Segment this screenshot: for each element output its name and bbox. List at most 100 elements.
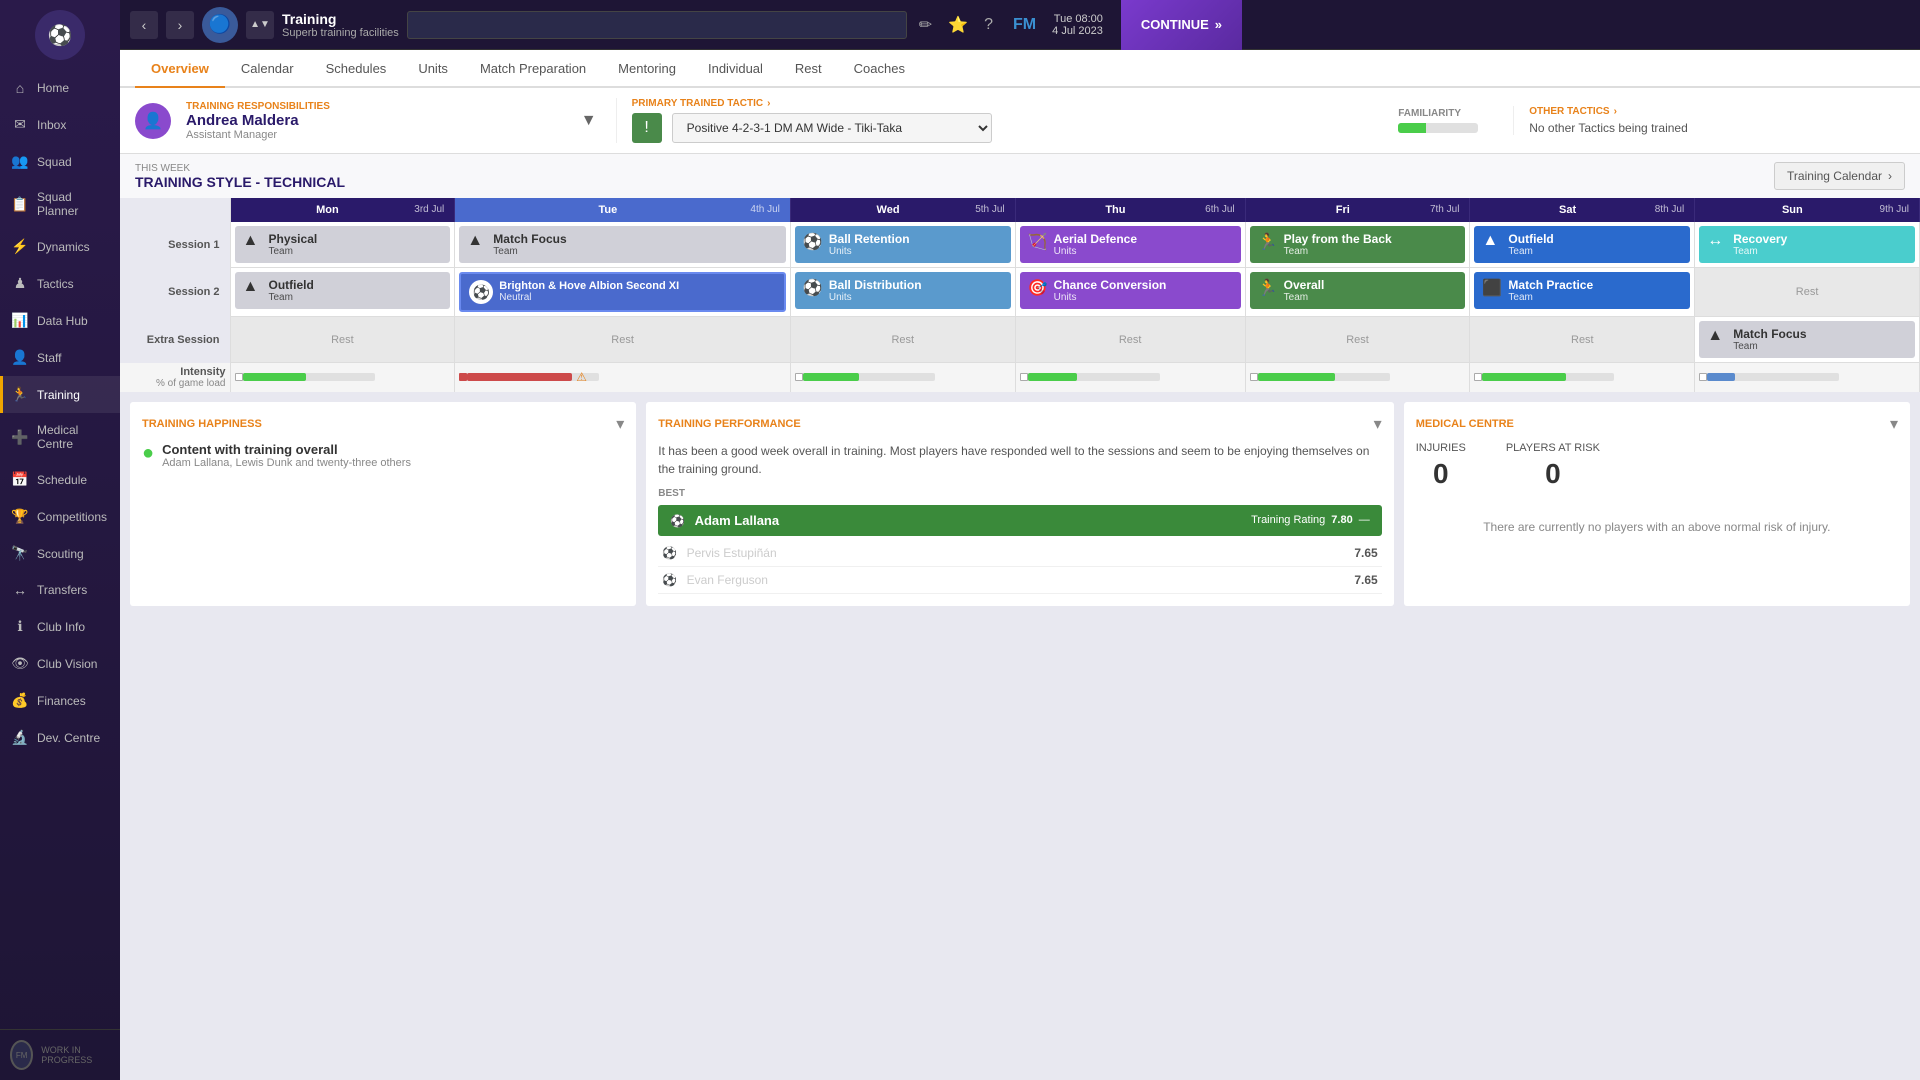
sidebar-item-squad-planner[interactable]: 📋 Squad Planner [0, 180, 120, 228]
session2-wed[interactable]: ⚽ Ball Distribution Units [790, 268, 1015, 317]
tactic-select[interactable]: Positive 4-2-3-1 DM AM Wide - Tiki-Taka [672, 113, 992, 143]
extra-fri-rest[interactable]: Rest [1245, 317, 1470, 363]
tab-coaches[interactable]: Coaches [838, 50, 921, 88]
extra-wed-rest[interactable]: Rest [790, 317, 1015, 363]
club-badge[interactable]: 🔵 [202, 7, 238, 43]
edit-icon[interactable]: ✏ [915, 11, 936, 39]
extra-tue-rest[interactable]: Rest [455, 317, 791, 363]
sidebar-item-staff[interactable]: 👤 Staff [0, 339, 120, 376]
session1-thu[interactable]: 🏹 Aerial Defence Units [1015, 222, 1245, 268]
happiness-panel-label[interactable]: TRAINING HAPPINESS [142, 418, 262, 430]
physical-block[interactable]: ▲ Physical Team [235, 226, 451, 263]
main-area: Overview Calendar Schedules Units Match … [120, 50, 1920, 1080]
sidebar-item-transfers[interactable]: ↔ Transfers [0, 572, 120, 608]
extra-thu-rest[interactable]: Rest [1015, 317, 1245, 363]
medical-collapse-button[interactable]: ▾ [1890, 414, 1898, 434]
day-header-sat: Sat 8th Jul [1470, 198, 1695, 222]
match-practice-block[interactable]: ⬛ Match Practice Team [1474, 272, 1690, 309]
extra-match-focus-block[interactable]: ▲ Match Focus Team [1699, 321, 1915, 358]
forward-button[interactable]: › [166, 11, 194, 39]
match-focus-block[interactable]: ▲ Match Focus Team [459, 226, 786, 263]
tab-overview[interactable]: Overview [135, 50, 225, 88]
extra-sat-rest[interactable]: Rest [1470, 317, 1695, 363]
resp-role: Assistant Manager [186, 129, 562, 141]
sidebar-item-inbox[interactable]: ✉ Inbox [0, 106, 120, 143]
session2-mon[interactable]: ▲ Outfield Team [230, 268, 455, 317]
best-player-row[interactable]: ⚽ Adam Lallana Training Rating 7.80 — [658, 505, 1381, 536]
other-player-row-0[interactable]: ⚽ Pervis Estupiñán 7.65 [658, 540, 1381, 567]
training-calendar-button[interactable]: Training Calendar › [1774, 162, 1905, 190]
sidebar-item-tactics[interactable]: ♟ Tactics [0, 265, 120, 302]
other-tactics-label[interactable]: OTHER TACTICS › [1529, 106, 1905, 117]
search-input[interactable] [407, 11, 907, 39]
outfield2-block[interactable]: ▲ Outfield Team [235, 272, 451, 309]
intensity-fill-sun [1707, 373, 1735, 381]
sidebar-item-squad[interactable]: 👥 Squad [0, 143, 120, 180]
other-player-row-1[interactable]: ⚽ Evan Ferguson 7.65 [658, 567, 1381, 594]
tab-units[interactable]: Units [402, 50, 464, 88]
sidebar-item-data-hub[interactable]: 📊 Data Hub [0, 302, 120, 339]
back-button[interactable]: ‹ [130, 11, 158, 39]
scout-icon[interactable]: ⭐ [944, 11, 972, 39]
extra-sun[interactable]: ▲ Match Focus Team [1695, 317, 1920, 363]
sidebar-item-medical[interactable]: ➕ Medical Centre [0, 413, 120, 461]
chance-conv-block[interactable]: 🎯 Chance Conversion Units [1020, 272, 1241, 309]
sidebar-item-competitions[interactable]: 🏆 Competitions [0, 498, 120, 535]
performance-panel-label[interactable]: TRAINING PERFORMANCE [658, 418, 800, 430]
session2-sat[interactable]: ⬛ Match Practice Team [1470, 268, 1695, 317]
overall-block[interactable]: 🏃 Overall Team [1250, 272, 1466, 309]
sidebar-label: Schedule [37, 473, 87, 487]
resp-dropdown-button[interactable]: ▼ [577, 108, 601, 134]
sidebar-item-club-info[interactable]: ℹ Club Info [0, 608, 120, 645]
tab-schedules[interactable]: Schedules [310, 50, 403, 88]
tab-individual[interactable]: Individual [692, 50, 779, 88]
outfield-block[interactable]: ▲ Outfield Team [1474, 226, 1690, 263]
extra-mon-rest[interactable]: Rest [230, 317, 455, 363]
ball-dist-block[interactable]: ⚽ Ball Distribution Units [795, 272, 1011, 309]
this-week-bar: THIS WEEK TRAINING STYLE - TECHNICAL Tra… [120, 154, 1920, 198]
tab-match-prep[interactable]: Match Preparation [464, 50, 602, 88]
session1-sun[interactable]: ↔ Recovery Team [1695, 222, 1920, 268]
session1-mon[interactable]: ▲ Physical Team [230, 222, 455, 268]
training-responsibilities: 👤 TRAINING RESPONSIBILITIES Andrea Malde… [120, 88, 1920, 154]
dropdown-arrow[interactable]: ▲▼ [246, 11, 274, 39]
session1-fri[interactable]: 🏃 Play from the Back Team [1245, 222, 1470, 268]
session2-thu[interactable]: 🎯 Chance Conversion Units [1015, 268, 1245, 317]
session1-tue[interactable]: ▲ Match Focus Team [455, 222, 791, 268]
sidebar-item-dev-centre[interactable]: 🔬 Dev. Centre [0, 719, 120, 756]
tab-rest[interactable]: Rest [779, 50, 838, 88]
session1-sat[interactable]: ▲ Outfield Team [1470, 222, 1695, 268]
aerial-defence-block[interactable]: 🏹 Aerial Defence Units [1020, 226, 1241, 263]
sidebar-item-training[interactable]: 🏃 Training [0, 376, 120, 413]
sidebar-item-finances[interactable]: 💰 Finances [0, 682, 120, 719]
match-focus-icon: ▲ [467, 232, 487, 250]
sidebar-item-scouting[interactable]: 🔭 Scouting [0, 535, 120, 572]
training-icon: 🏃 [11, 386, 29, 403]
tab-mentoring[interactable]: Mentoring [602, 50, 692, 88]
play-back-block[interactable]: 🏃 Play from the Back Team [1250, 226, 1466, 263]
physical-icon: ▲ [243, 232, 263, 250]
session2-tue[interactable]: ⚽ Brighton & Hove Albion Second XI Neutr… [455, 268, 791, 317]
tab-calendar[interactable]: Calendar [225, 50, 310, 88]
club-logo[interactable]: ⚽ [35, 10, 85, 60]
intensity-fill-tue [467, 373, 572, 381]
sidebar-item-home[interactable]: ⌂ Home [0, 70, 120, 106]
recovery-block[interactable]: ↔ Recovery Team [1699, 226, 1915, 263]
intensity-tue: ⚠ [455, 363, 791, 392]
work-in-progress-bar: FM WORK IN PROGRESS [0, 1029, 120, 1080]
ball-retention-block[interactable]: ⚽ Ball Retention Units [795, 226, 1011, 263]
session2-sun-rest[interactable]: Rest [1695, 268, 1920, 317]
session1-wed[interactable]: ⚽ Ball Retention Units [790, 222, 1015, 268]
medical-panel-label[interactable]: MEDICAL CENTRE [1416, 418, 1514, 430]
help-icon[interactable]: ? [980, 12, 997, 38]
session2-fri[interactable]: 🏃 Overall Team [1245, 268, 1470, 317]
tactic-label[interactable]: PRIMARY TRAINED TACTIC › [632, 98, 1384, 109]
performance-collapse-button[interactable]: ▾ [1374, 414, 1382, 434]
sidebar-item-schedule[interactable]: 📅 Schedule [0, 461, 120, 498]
brighton-block[interactable]: ⚽ Brighton & Hove Albion Second XI Neutr… [459, 272, 786, 312]
at-risk-stat: PLAYERS AT RISK 0 [1506, 442, 1600, 490]
sidebar-item-club-vision[interactable]: 👁 Club Vision [0, 645, 120, 682]
continue-button[interactable]: CONTINUE » [1121, 0, 1242, 50]
happiness-collapse-button[interactable]: ▾ [616, 414, 624, 434]
sidebar-item-dynamics[interactable]: ⚡ Dynamics [0, 228, 120, 265]
